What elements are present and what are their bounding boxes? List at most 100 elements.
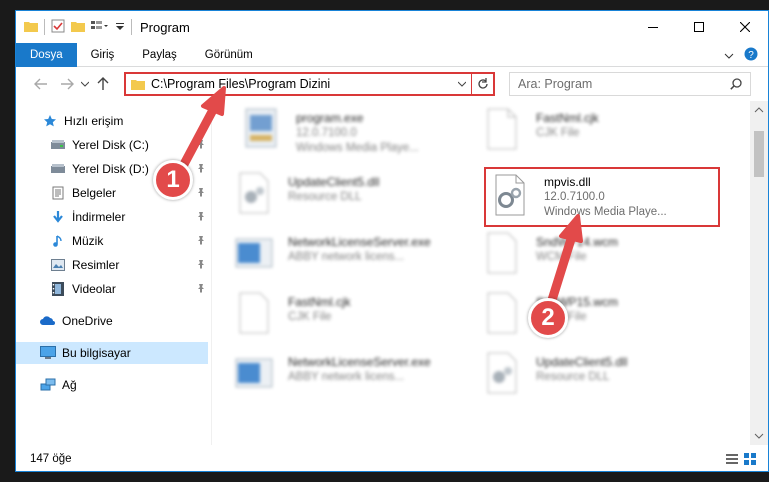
file-detail: CJK File [288, 311, 332, 323]
back-button[interactable] [30, 78, 52, 90]
sidebar-item-label: Ağ [62, 378, 77, 392]
maximize-button[interactable] [676, 11, 722, 43]
documents-icon [50, 185, 66, 201]
file-detail: Resource DLL [536, 371, 610, 383]
folder-icon [24, 20, 38, 35]
address-bar[interactable]: C:\Program Files\Program Dizini [124, 72, 495, 96]
file-detail: ABBY network licens... [288, 251, 405, 263]
app-file-icon [234, 351, 278, 399]
close-button[interactable] [722, 11, 768, 43]
item-count: 147 öğe [30, 453, 72, 465]
chevron-down-icon [81, 81, 89, 87]
star-icon [42, 113, 58, 129]
exe-file-icon [242, 107, 286, 155]
ribbon-tabs: Dosya Giriş Paylaş Görünüm ? [16, 42, 768, 67]
tab-gorunum[interactable]: Görünüm [191, 43, 267, 67]
navigation-row: C:\Program Files\Program Dizini Ara: Pro… [16, 67, 768, 101]
file-item[interactable]: program.exe 12.0.7100.0 Windows Media Pl… [242, 107, 482, 163]
close-icon [740, 22, 750, 32]
sidebar-item-quick-access[interactable]: Hızlı erişim [16, 110, 212, 132]
generic-file-icon [482, 291, 526, 339]
customize-qat-icon[interactable] [91, 20, 109, 35]
pin-icon [196, 139, 206, 152]
dll-file-icon [482, 351, 526, 399]
details-view-icon[interactable] [726, 453, 738, 468]
file-name: NetworkLicenseServer.exe [288, 235, 431, 249]
file-item[interactable]: UpdateClient5.dll Resource DLL [234, 171, 474, 227]
generic-file-icon [234, 291, 278, 339]
new-folder-icon[interactable] [71, 20, 85, 35]
file-name: NetworkLicenseServer.exe [288, 355, 431, 369]
properties-icon[interactable] [51, 19, 65, 36]
scroll-up-icon[interactable] [750, 103, 768, 117]
address-dropdown-button[interactable] [453, 81, 471, 87]
expand-ribbon-icon[interactable] [724, 49, 734, 63]
sidebar-item-disk-c[interactable]: Yerel Disk (C:) [16, 134, 212, 156]
file-item[interactable]: NetworkLicenseServer.exe ABBY network li… [234, 351, 474, 407]
file-name: UpdateClient5.dll [536, 355, 628, 369]
file-item-mpvis-dll[interactable]: mpvis.dll 12.0.7100.0 Windows Media Play… [484, 167, 720, 227]
app-file-icon [234, 231, 278, 279]
drive-icon [50, 137, 66, 153]
file-item[interactable]: UpdateClient5.dll Resource DLL [482, 351, 722, 407]
qat-dropdown-icon[interactable] [115, 20, 125, 34]
sidebar-item-label: Yerel Disk (C:) [72, 138, 149, 152]
scroll-down-icon[interactable] [750, 429, 768, 443]
search-input[interactable]: Ara: Program [518, 77, 730, 91]
file-detail: Windows Media Playe... [544, 206, 667, 218]
back-arrow-icon [34, 78, 47, 90]
help-icon[interactable]: ? [744, 47, 758, 64]
refresh-icon [477, 78, 488, 89]
minimize-button[interactable] [630, 11, 676, 43]
window-title: Program [140, 19, 190, 35]
up-button[interactable] [92, 77, 114, 91]
file-item[interactable]: NetworkLicenseServer.exe ABBY network li… [234, 231, 474, 287]
sidebar-item-label: İndirmeler [72, 210, 126, 224]
toolbar-separator [44, 19, 45, 35]
drive-icon [50, 161, 66, 177]
dll-file-icon [234, 171, 278, 219]
sidebar-item-music[interactable]: Müzik [16, 230, 212, 252]
file-detail: 12.0.7100.0 [296, 127, 357, 139]
tab-dosya[interactable]: Dosya [16, 42, 77, 67]
recent-locations-button[interactable] [78, 81, 92, 87]
file-item[interactable]: SndWP15.wcm WCM File [482, 291, 722, 347]
file-name: FastNml.cjk [288, 295, 351, 309]
file-item[interactable]: SndWP14.wcm WCM File [482, 231, 722, 287]
svg-text:?: ? [748, 50, 754, 61]
search-icon[interactable] [730, 78, 742, 90]
search-box[interactable]: Ara: Program [509, 72, 751, 96]
computer-icon [40, 345, 56, 361]
file-name: SndWP14.wcm [536, 235, 619, 249]
sidebar-item-label: Resimler [72, 258, 120, 272]
cloud-icon [40, 313, 56, 329]
pictures-icon [50, 257, 66, 273]
forward-arrow-icon [61, 78, 74, 90]
file-detail: CJK File [536, 127, 580, 139]
sidebar-item-pictures[interactable]: Resimler [16, 254, 212, 276]
generic-file-icon [482, 231, 526, 279]
sidebar-item-label: Hızlı erişim [64, 114, 124, 128]
file-detail: 12.0.7100.0 [544, 191, 605, 203]
sidebar-item-this-pc[interactable]: Bu bilgisayar [16, 342, 208, 364]
pin-icon [196, 163, 206, 176]
vertical-scrollbar[interactable] [750, 101, 768, 445]
file-detail: Resource DLL [288, 191, 362, 203]
network-icon [40, 377, 56, 393]
sidebar-item-downloads[interactable]: İndirmeler [16, 206, 212, 228]
forward-button[interactable] [56, 78, 78, 90]
sidebar-item-videos[interactable]: Videolar [16, 278, 212, 300]
scroll-thumb[interactable] [754, 131, 764, 177]
address-path[interactable]: C:\Program Files\Program Dizini [151, 77, 453, 91]
tab-giris[interactable]: Giriş [77, 43, 129, 67]
refresh-button[interactable] [471, 74, 493, 94]
sidebar-item-network[interactable]: Ağ [16, 374, 212, 396]
pin-icon [196, 235, 206, 248]
large-icons-view-icon[interactable] [744, 453, 756, 468]
file-item[interactable]: FastNml.cjk CJK File [234, 291, 474, 347]
explorer-window: Program Dosya Giriş Paylaş Görünüm ? C:\… [15, 10, 769, 472]
file-item[interactable]: FastNml.cjk CJK File [482, 107, 722, 163]
up-arrow-icon [97, 77, 109, 90]
tab-paylas[interactable]: Paylaş [128, 43, 191, 67]
sidebar-item-onedrive[interactable]: OneDrive [16, 310, 212, 332]
